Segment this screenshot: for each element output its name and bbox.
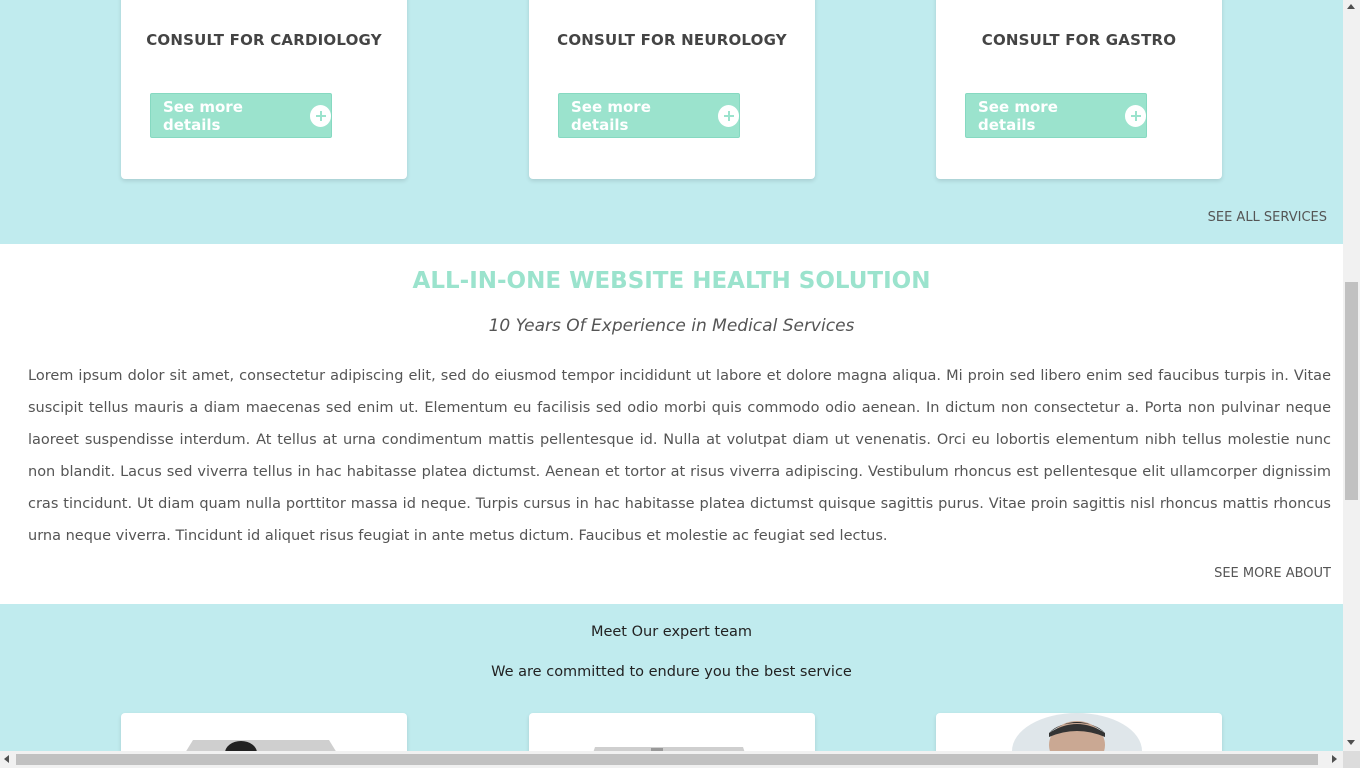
about-title: ALL-IN-ONE WEBSITE HEALTH SOLUTION (412, 268, 931, 294)
doctor-photo (593, 747, 745, 751)
about-subtitle: 10 Years Of Experience in Medical Servic… (488, 316, 855, 336)
plus-circle-icon (1124, 104, 1146, 127)
service-card-title: CONSULT FOR GASTRO (981, 31, 1177, 49)
plus-circle-icon (309, 104, 331, 127)
service-card-title: CONSULT FOR NEUROLOGY (557, 31, 787, 49)
about-body-text: Lorem ipsum dolor sit amet, consectetur … (28, 368, 1331, 544)
page: CONSULT FOR CARDIOLOGY See more details … (0, 0, 1343, 751)
team-member-card[interactable] (121, 713, 407, 751)
scroll-left-arrow-icon[interactable] (4, 755, 9, 763)
scroll-right-arrow-icon[interactable] (1332, 755, 1337, 763)
see-more-details-button[interactable]: See more details (965, 93, 1147, 138)
team-title: Meet Our expert team (590, 624, 753, 640)
button-label: See more details (978, 97, 1058, 134)
vertical-scrollbar-thumb[interactable] (1345, 282, 1358, 500)
team-subtitle: We are committed to endure you the best … (491, 664, 852, 680)
see-more-details-button[interactable]: See more details (150, 93, 332, 138)
service-card-title: CONSULT FOR CARDIOLOGY (146, 31, 382, 49)
doctor-photo (1012, 713, 1142, 751)
team-member-card[interactable] (936, 713, 1222, 751)
see-more-about-link[interactable]: SEE MORE ABOUT (1214, 566, 1331, 581)
service-card-neurology: CONSULT FOR NEUROLOGY See more details (529, 0, 815, 179)
horizontal-scrollbar-thumb[interactable] (16, 754, 1318, 765)
doctor-photo (186, 740, 336, 751)
team-section: Meet Our expert team We are committed to… (0, 604, 1343, 751)
plus-circle-icon (717, 104, 739, 127)
service-card-cardiology: CONSULT FOR CARDIOLOGY See more details (121, 0, 407, 179)
about-section: ALL-IN-ONE WEBSITE HEALTH SOLUTION 10 Ye… (0, 244, 1343, 604)
button-label: See more details (571, 97, 651, 134)
horizontal-scrollbar[interactable] (0, 751, 1343, 768)
see-all-services-link[interactable]: SEE ALL SERVICES (1208, 210, 1327, 225)
team-member-card[interactable] (529, 713, 815, 751)
scroll-down-arrow-icon[interactable] (1347, 740, 1355, 745)
scroll-up-arrow-icon[interactable] (1347, 4, 1355, 9)
vertical-scrollbar[interactable] (1343, 0, 1360, 751)
services-section: CONSULT FOR CARDIOLOGY See more details … (0, 0, 1343, 244)
scrollbar-corner (1343, 751, 1360, 768)
button-label: See more details (163, 97, 243, 134)
see-more-details-button[interactable]: See more details (558, 93, 740, 138)
service-card-gastro: CONSULT FOR GASTRO See more details (936, 0, 1222, 179)
